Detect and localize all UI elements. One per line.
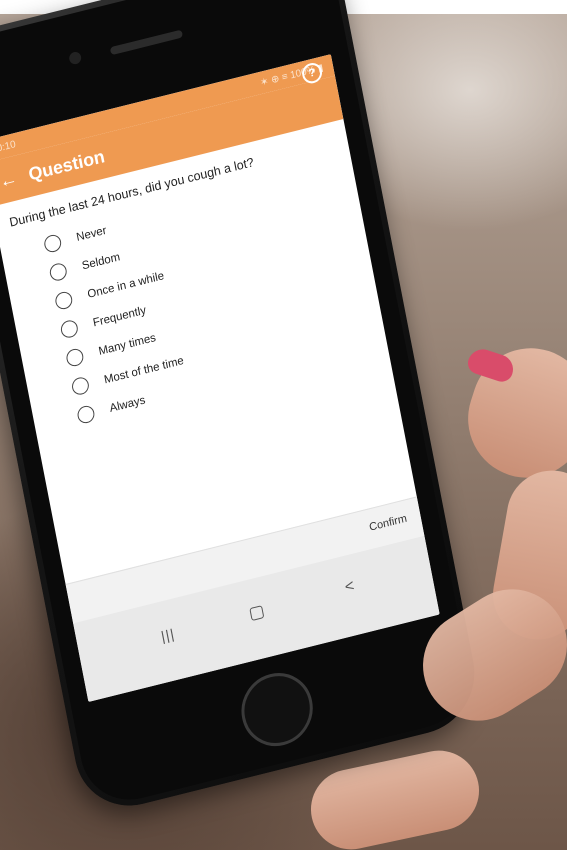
back-arrow-icon[interactable]: ← bbox=[0, 166, 23, 192]
radio-circle-icon[interactable] bbox=[65, 347, 85, 369]
app-title: Question bbox=[26, 145, 107, 185]
background-photo: 10:10 ✶ ⊕ ≡ 100% ▮ ← Question ? During t… bbox=[0, 0, 567, 850]
radio-circle-icon[interactable] bbox=[53, 290, 74, 312]
nav-back-icon[interactable]: < bbox=[343, 577, 356, 597]
recent-apps-icon[interactable]: ||| bbox=[160, 625, 177, 644]
confirm-button[interactable]: Confirm bbox=[368, 513, 408, 534]
option-label: Most of the time bbox=[103, 354, 185, 387]
home-icon[interactable] bbox=[249, 605, 265, 622]
option-label: Many times bbox=[97, 331, 157, 358]
option-label: Frequently bbox=[92, 304, 148, 330]
option-label: Always bbox=[108, 394, 147, 415]
option-label: Never bbox=[75, 224, 108, 244]
option-label: Once in a while bbox=[86, 269, 166, 301]
option-label: Seldom bbox=[80, 250, 122, 273]
radio-circle-icon[interactable] bbox=[42, 233, 63, 255]
radio-circle-icon[interactable] bbox=[48, 261, 69, 283]
radio-circle-icon[interactable] bbox=[70, 375, 91, 397]
smartphone: 10:10 ✶ ⊕ ≡ 100% ▮ ← Question ? During t… bbox=[0, 0, 485, 818]
thumb-lower bbox=[303, 743, 487, 850]
radio-circle-icon[interactable] bbox=[59, 318, 80, 340]
status-time: 10:10 bbox=[0, 138, 17, 156]
radio-circle-icon[interactable] bbox=[76, 404, 96, 426]
